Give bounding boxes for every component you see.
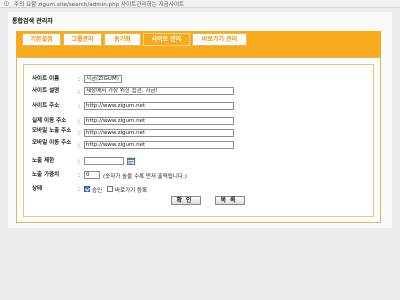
expose-weight-hint: (숫자가 높을 수록 먼저 출력됩니다.)	[103, 174, 187, 180]
site-desc-label: 사이트 설명	[32, 88, 60, 94]
expose-weight-input[interactable]: 0	[84, 171, 100, 179]
mobile-url-input[interactable]: http://www.zigum.net	[84, 129, 234, 137]
real-url-input[interactable]: http://www.zigum.net	[84, 117, 234, 125]
site-name-input[interactable]: 지금(ZIGUM)	[84, 75, 122, 83]
site-url-label: 사이트 주소	[32, 103, 60, 109]
approve-label: 승인	[92, 188, 103, 194]
mobile-move-url-label: 모바일 이동 주소	[32, 140, 72, 146]
list-button[interactable]: 목록	[215, 196, 245, 205]
tab-bar: 기본설정 그룹관리 동기화 사이트 관리 바로가기 관리	[16, 31, 381, 57]
site-url-input[interactable]: http://www.zigum.net	[84, 102, 234, 110]
warning-icon	[4, 1, 9, 6]
expose-limit-label: 노출 제한	[32, 158, 55, 164]
expose-limit-input[interactable]	[84, 157, 124, 165]
admin-content: 통합검색 관리자 기본설정 그룹관리 동기화 사이트 관리 바로가기 관리 사이…	[8, 12, 392, 228]
form-panel: 사이트 이름 : 지금(ZIGUM) 사이트 설명 : 세상에서 가장 위한 습…	[16, 57, 381, 223]
confirm-button[interactable]: 확인	[171, 196, 201, 205]
shortcut-checkbox[interactable]	[107, 186, 113, 192]
tab-basic-settings[interactable]: 기본설정	[22, 33, 61, 46]
site-form: 사이트 이름 : 지금(ZIGUM) 사이트 설명 : 세상에서 가장 위한 습…	[23, 64, 374, 217]
real-url-label: 실제 이동 주소	[32, 118, 67, 124]
page-title: 통합검색 관리자	[12, 18, 53, 25]
expose-weight-label: 노출 가중치	[32, 172, 60, 178]
shortcut-label: 바로가기 등록	[115, 188, 148, 194]
tab-group-management[interactable]: 그룹관리	[63, 33, 102, 46]
calendar-icon[interactable]	[127, 157, 135, 165]
browser-address-bar[interactable]: 주의 요함 zigum.site/search/admin.php 사이트관리하…	[0, 0, 400, 8]
status-label: 상태	[32, 186, 43, 192]
site-desc-input[interactable]: 세상에서 가장 위한 습관, 지금!	[84, 87, 234, 95]
address-text: 주의 요함 zigum.site/search/admin.php 사이트관리하…	[14, 2, 185, 8]
site-name-label: 사이트 이름	[32, 76, 60, 82]
tab-sync[interactable]: 동기화	[104, 33, 141, 46]
tab-shortcut-management[interactable]: 바로가기 관리	[192, 33, 247, 46]
approve-checkbox[interactable]	[84, 186, 90, 192]
mobile-move-url-input[interactable]: http://www.zigum.net	[84, 141, 234, 149]
mobile-url-label: 모바일 노출 주소	[32, 128, 72, 134]
tab-site-management[interactable]: 사이트 관리	[143, 33, 190, 46]
